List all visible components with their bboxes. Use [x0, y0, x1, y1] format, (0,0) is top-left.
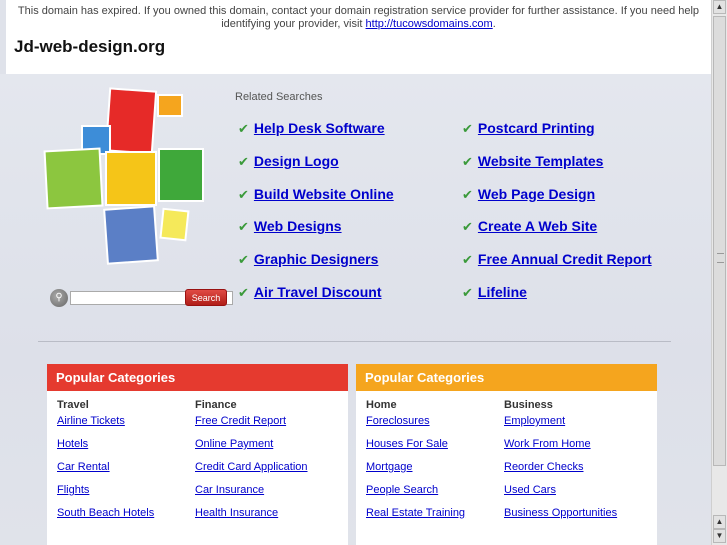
search-button[interactable]: Search: [185, 289, 227, 306]
category-link[interactable]: Car Rental: [57, 461, 154, 479]
category-link[interactable]: Health Insurance: [195, 507, 308, 525]
related-search-item: ✔ Help Desk Software: [238, 120, 385, 137]
related-search-item: ✔ Website Templates: [462, 153, 603, 170]
category-link[interactable]: Business Opportunities: [504, 507, 617, 525]
related-search-link[interactable]: Create A Web Site: [478, 218, 597, 234]
category-link[interactable]: Work From Home: [504, 438, 617, 456]
divider: [38, 341, 671, 342]
related-searches-label: Related Searches: [235, 91, 323, 103]
category-column-finance: Finance Free Credit Report Online Paymen…: [195, 399, 308, 525]
category-link[interactable]: Hotels: [57, 438, 154, 456]
related-search-link[interactable]: Postcard Printing: [478, 120, 595, 136]
search-box: ⚲ Search: [48, 289, 233, 307]
category-link[interactable]: People Search: [366, 484, 465, 502]
category-link[interactable]: Employment: [504, 415, 617, 433]
related-search-link[interactable]: Design Logo: [254, 153, 339, 169]
related-search-item: ✔ Web Designs: [238, 218, 342, 235]
related-search-item: ✔ Air Travel Discount: [238, 284, 382, 301]
checkmark-icon: ✔: [238, 252, 249, 268]
related-search-item: ✔ Build Website Online: [238, 186, 394, 203]
related-search-item: ✔ Postcard Printing: [462, 120, 595, 137]
checkmark-icon: ✔: [462, 186, 473, 202]
related-search-link[interactable]: Air Travel Discount: [254, 284, 382, 300]
vertical-scrollbar[interactable]: ▲ ▲ ▼: [711, 0, 727, 545]
checkmark-icon: ✔: [462, 121, 473, 136]
category-link[interactable]: Online Payment: [195, 438, 308, 456]
checkmark-icon: ✔: [238, 121, 249, 136]
expired-notice: This domain has expired. If you owned th…: [6, 5, 711, 31]
related-search-link[interactable]: Free Annual Credit Report: [478, 251, 652, 267]
checkmark-icon: ✔: [462, 153, 473, 169]
scroll-down-arrow-icon[interactable]: ▼: [713, 529, 726, 543]
category-link[interactable]: South Beach Hotels: [57, 507, 154, 525]
header: This domain has expired. If you owned th…: [6, 0, 711, 74]
grip-icon: [717, 253, 724, 263]
checkmark-icon: ✔: [462, 219, 473, 235]
checkmark-icon: ✔: [462, 285, 473, 300]
checkmark-icon: ✔: [238, 285, 249, 300]
search-icon: ⚲: [50, 289, 68, 307]
related-search-item: ✔ Lifeline: [462, 284, 527, 301]
related-search-item: ✔ Free Annual Credit Report: [462, 251, 652, 268]
related-search-link[interactable]: Build Website Online: [254, 186, 394, 202]
logo: [43, 87, 204, 265]
related-search-item: ✔ Design Logo: [238, 153, 339, 170]
column-title: Business: [504, 399, 553, 411]
category-column-business: Business Employment Work From Home Reord…: [504, 399, 617, 525]
column-title: Home: [366, 399, 397, 411]
category-link[interactable]: Foreclosures: [366, 415, 465, 433]
category-column-home: Home Foreclosures Houses For Sale Mortga…: [366, 399, 465, 525]
category-link[interactable]: Flights: [57, 484, 154, 502]
related-search-item: ✔ Web Page Design: [462, 186, 595, 203]
related-search-link[interactable]: Web Page Design: [478, 186, 595, 202]
notice-text: This domain has expired. If you owned th…: [17, 5, 700, 30]
popular-categories-panel-2: Popular Categories Home Foreclosures Hou…: [356, 364, 657, 545]
checkmark-icon: ✔: [462, 252, 473, 268]
panel-header: Popular Categories: [356, 364, 657, 391]
panel-header: Popular Categories: [47, 364, 348, 391]
scroll-up-arrow-icon[interactable]: ▲: [713, 0, 726, 14]
column-title: Finance: [195, 399, 237, 411]
page: This domain has expired. If you owned th…: [0, 0, 711, 545]
category-link[interactable]: Real Estate Training: [366, 507, 465, 525]
scrollbar-thumb[interactable]: [713, 16, 726, 466]
category-column-travel: Travel Airline Tickets Hotels Car Rental…: [57, 399, 154, 525]
related-search-item: ✔ Graphic Designers: [238, 251, 378, 268]
checkmark-icon: ✔: [238, 219, 249, 235]
related-search-link[interactable]: Website Templates: [478, 153, 604, 169]
category-link[interactable]: Car Insurance: [195, 484, 308, 502]
category-link[interactable]: Free Credit Report: [195, 415, 308, 433]
tucows-link[interactable]: http://tucowsdomains.com: [366, 18, 493, 30]
related-search-link[interactable]: Lifeline: [478, 284, 527, 300]
category-link[interactable]: Used Cars: [504, 484, 617, 502]
site-title: Jd-web-design.org: [14, 37, 166, 56]
category-link[interactable]: Airline Tickets: [57, 415, 154, 433]
column-title: Travel: [57, 399, 89, 411]
checkmark-icon: ✔: [238, 186, 249, 202]
category-link[interactable]: Credit Card Application: [195, 461, 308, 479]
scroll-up-arrow-icon[interactable]: ▲: [713, 515, 726, 529]
checkmark-icon: ✔: [238, 153, 249, 169]
related-search-item: ✔ Create A Web Site: [462, 218, 597, 235]
related-search-link[interactable]: Web Designs: [254, 218, 342, 234]
logo-squares: [43, 87, 204, 265]
category-link[interactable]: Reorder Checks: [504, 461, 617, 479]
notice-end: .: [492, 18, 496, 30]
related-search-link[interactable]: Graphic Designers: [254, 251, 379, 267]
related-search-link[interactable]: Help Desk Software: [254, 120, 385, 136]
category-link[interactable]: Houses For Sale: [366, 438, 465, 456]
popular-categories-panel-1: Popular Categories Travel Airline Ticket…: [47, 364, 348, 545]
category-link[interactable]: Mortgage: [366, 461, 465, 479]
